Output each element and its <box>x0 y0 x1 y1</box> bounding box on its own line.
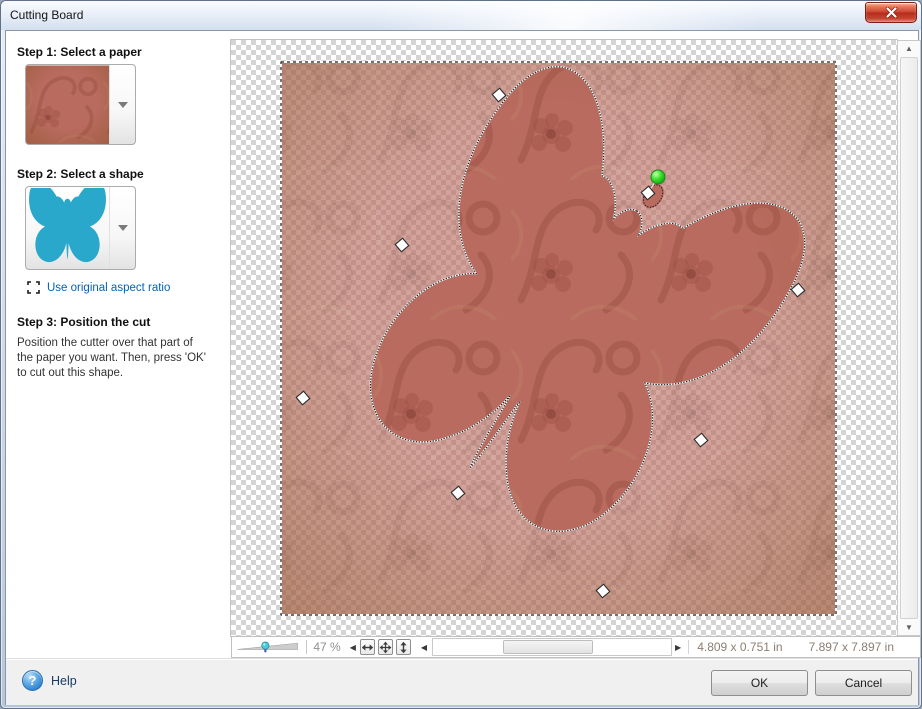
fit-page-button[interactable] <box>378 639 394 655</box>
titlebar-sheen <box>381 1 801 30</box>
scroll-down-icon[interactable]: ▼ <box>905 620 913 635</box>
fit-height-icon <box>400 641 407 653</box>
cutting-board-dialog: Cutting Board Step 1: Select a paper Ste… <box>0 0 922 709</box>
step3-instructions: Position the cutter over that part of th… <box>17 337 206 379</box>
help-icon: ? <box>22 670 43 691</box>
fit-width-icon <box>362 643 374 651</box>
close-icon <box>885 7 897 18</box>
shape-select-dropdown[interactable] <box>25 186 136 270</box>
paper-select-dropdown[interactable] <box>25 64 136 145</box>
close-button[interactable] <box>865 2 917 23</box>
use-original-aspect-ratio-link[interactable]: Use original aspect ratio <box>27 281 170 294</box>
step1-heading: Step 1: Select a paper <box>17 45 142 59</box>
butterfly-shape-icon <box>29 188 106 263</box>
vertical-scrollbar-thumb[interactable] <box>900 57 918 619</box>
canvas-vertical-scrollbar[interactable]: ▲ ▼ <box>897 40 921 636</box>
dialog-footer: ? Help OK Cancel <box>6 658 918 705</box>
zoom-slider[interactable] <box>236 637 300 657</box>
scroll-up-icon[interactable]: ▲ <box>905 41 913 56</box>
status-readouts: 4.809 x 0.751 in 7.897 x 7.897 in <box>688 640 920 654</box>
zoom-slider-knob[interactable] <box>261 641 270 653</box>
shape-dropdown-arrow-zone[interactable] <box>110 187 135 269</box>
titlebar[interactable]: Cutting Board <box>1 1 921 30</box>
paper-thumbnail <box>26 65 110 144</box>
paper-dimensions-readout: 7.897 x 7.897 in <box>808 640 894 654</box>
aspect-ratio-brackets-icon <box>27 281 40 294</box>
step3-heading: Step 3: Position the cut <box>17 315 151 329</box>
window-title: Cutting Board <box>10 8 84 22</box>
paper-dropdown-arrow-zone[interactable] <box>110 65 135 144</box>
cancel-button[interactable]: Cancel <box>815 670 912 696</box>
chevron-down-icon <box>117 101 128 108</box>
help-label: Help <box>51 673 77 688</box>
canvas-toolbar: 47 % ◀ ◀ ▶ 4.809 x 0.751 in 7.897 x 7.89… <box>231 636 921 658</box>
canvas-horizontal-scrollbar[interactable] <box>432 638 673 656</box>
fit-height-button[interactable] <box>396 639 412 655</box>
cutting-board-canvas[interactable] <box>230 39 898 637</box>
rotation-handle[interactable] <box>650 169 666 185</box>
cut-dimensions-readout: 4.809 x 0.751 in <box>697 640 783 654</box>
shape-thumbnail <box>26 187 110 269</box>
ok-button[interactable]: OK <box>711 670 808 696</box>
aspect-ratio-label: Use original aspect ratio <box>47 281 171 294</box>
hscroll-left-icon[interactable]: ◀ <box>418 643 430 652</box>
help-button[interactable]: ? Help <box>22 670 77 691</box>
chevron-down-icon <box>117 225 128 231</box>
scroll-left-icon[interactable]: ◀ <box>347 643 359 652</box>
fit-width-button[interactable] <box>360 639 376 655</box>
dialog-client-area: Step 1: Select a paper Step 2: Select a … <box>5 30 921 705</box>
horizontal-scrollbar-thumb[interactable] <box>503 640 594 654</box>
step2-heading: Step 2: Select a shape <box>17 167 144 181</box>
fit-page-icon <box>379 641 392 653</box>
hscroll-right-icon[interactable]: ▶ <box>672 643 684 652</box>
zoom-percent-readout: 47 % <box>306 640 346 654</box>
